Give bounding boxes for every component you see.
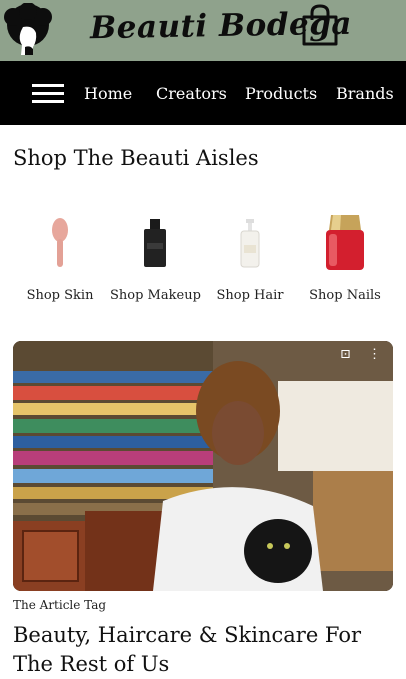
hero-photo: [13, 341, 393, 591]
nav-item-creators[interactable]: Creators: [156, 84, 227, 103]
article-title[interactable]: Beauty, Haircare & Skincare For The Rest…: [13, 621, 393, 679]
more-vertical-icon[interactable]: ⋮: [368, 347, 381, 362]
aisle-makeup-label: Shop Makeup: [110, 288, 201, 303]
lens-scan-icon[interactable]: ⊡: [340, 347, 351, 362]
aisle-nails-label: Shop Nails: [309, 288, 381, 303]
nail-polish-icon: [326, 215, 364, 270]
facial-brush-icon: [52, 218, 68, 267]
aisle-hair[interactable]: Shop Hair: [205, 212, 295, 303]
article-tag[interactable]: The Article Tag: [13, 598, 106, 612]
aisles-heading: Shop The Beauti Aisles: [13, 146, 259, 170]
aisle-skin-label: Shop Skin: [26, 288, 94, 303]
serum-bottle-icon: [144, 219, 166, 267]
aisle-nails[interactable]: Shop Nails: [300, 212, 390, 303]
article-hero-image[interactable]: ⊡ ⋮: [13, 341, 393, 591]
afro-silhouette-logo-icon[interactable]: [3, 3, 53, 57]
hamburger-menu-icon[interactable]: [32, 84, 64, 104]
nav-item-brands[interactable]: Brands: [336, 84, 394, 103]
nav-item-products[interactable]: Products: [245, 84, 317, 103]
aisle-makeup[interactable]: Shop Makeup: [110, 212, 201, 303]
pump-bottle-icon: [240, 219, 260, 268]
shopping-bag-icon[interactable]: [300, 3, 340, 47]
nav-item-home[interactable]: Home: [84, 84, 132, 103]
aisle-hair-label: Shop Hair: [216, 288, 284, 303]
aisle-skin[interactable]: Shop Skin: [15, 212, 105, 303]
